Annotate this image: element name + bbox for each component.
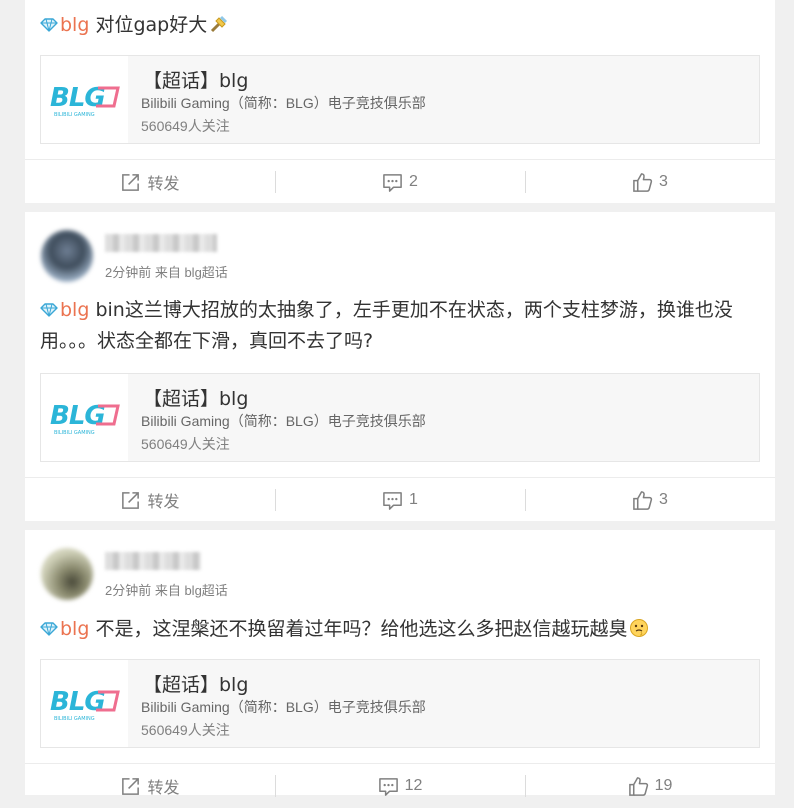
repost-button[interactable]: 转发 (25, 160, 275, 204)
avatar[interactable] (41, 548, 93, 600)
topic-card[interactable]: BLG BILIBILI GAMING 【超话】blg Bilibili Gam… (40, 373, 760, 462)
diamond-icon (40, 18, 58, 32)
like-icon (628, 776, 649, 797)
logo-text: BLG (50, 83, 105, 113)
topic-desc: Bilibili Gaming（简称：BLG）电子竞技俱乐部 (141, 413, 426, 429)
topic-title: 【超话】blg (143, 674, 249, 696)
action-bar: 转发 12 19 (25, 763, 775, 808)
topic-link[interactable]: blg (40, 618, 89, 640)
like-icon (632, 172, 653, 193)
logo-subtext: BILIBILI GAMING (54, 112, 95, 118)
topic-desc: Bilibili Gaming（简称：BLG）电子竞技俱乐部 (141, 699, 426, 715)
post-text: blg 不是，这涅槃还不换留着过年吗？给他选这么多把赵信越玩越臭 (25, 614, 664, 645)
comment-icon (382, 490, 403, 511)
topic-link[interactable]: blg (40, 299, 89, 321)
post-text: blg 对位gap好大 (25, 10, 244, 41)
comment-icon (382, 172, 403, 193)
emoji-icon (211, 15, 228, 33)
blg-logo: BLG BILIBILI GAMING (41, 374, 128, 461)
blg-logo: BLG BILIBILI GAMING (41, 660, 128, 747)
post-card: 2分钟前 来自 blg超话 blg bin这兰博大招放的太抽象了，左手更加不在状… (25, 212, 775, 521)
topic-title: 【超话】blg (143, 388, 249, 410)
post-meta: 2分钟前 来自 blg超话 (105, 583, 228, 598)
action-bar: 转发 2 3 (25, 159, 775, 204)
diamond-icon (40, 303, 58, 317)
author-row: 2分钟前 来自 blg超话 (25, 530, 775, 610)
topic-desc: Bilibili Gaming（简称：BLG）电子竞技俱乐部 (141, 95, 426, 111)
comment-icon (378, 776, 399, 797)
comment-button[interactable]: 1 (275, 478, 525, 522)
avatar[interactable] (41, 230, 93, 282)
action-bar: 转发 1 3 (25, 477, 775, 522)
author-row: 2分钟前 来自 blg超话 (25, 212, 775, 292)
username[interactable] (105, 234, 217, 252)
topic-card[interactable]: BLG BILIBILI GAMING 【超话】blg Bilibili Gam… (40, 659, 760, 748)
repost-icon (120, 776, 141, 797)
post-card: blg 对位gap好大 BLG BILIBILI GAMING 【超话】blg … (25, 0, 775, 203)
like-icon (632, 490, 653, 511)
logo-text: BLG (50, 687, 105, 717)
topic-title: 【超话】blg (143, 70, 249, 92)
emoji-icon (630, 619, 649, 637)
like-button[interactable]: 3 (525, 160, 775, 204)
post-card: 2分钟前 来自 blg超话 blg 不是，这涅槃还不换留着过年吗？给他选这么多把… (25, 530, 775, 797)
repost-icon (120, 172, 141, 193)
logo-subtext: BILIBILI GAMING (54, 430, 95, 436)
topic-card[interactable]: BLG BILIBILI GAMING 【超话】blg Bilibili Gam… (40, 55, 760, 144)
repost-button[interactable]: 转发 (25, 764, 275, 808)
logo-text: BLG (50, 401, 105, 431)
repost-icon (120, 490, 141, 511)
topic-link[interactable]: blg (40, 14, 89, 36)
like-button[interactable]: 3 (525, 478, 775, 522)
repost-button[interactable]: 转发 (25, 478, 275, 522)
post-text: blg bin这兰博大招放的太抽象了，左手更加不在状态，两个支柱梦游，换谁也没用… (40, 299, 733, 352)
logo-subtext: BILIBILI GAMING (54, 716, 95, 722)
comment-button[interactable]: 12 (275, 764, 525, 808)
comment-button[interactable]: 2 (275, 160, 525, 204)
like-button[interactable]: 19 (525, 764, 775, 808)
post-meta: 2分钟前 来自 blg超话 (105, 265, 228, 280)
topic-followers: 560649人关注 (141, 722, 230, 738)
username[interactable] (105, 552, 201, 570)
topic-followers: 560649人关注 (141, 436, 230, 452)
topic-followers: 560649人关注 (141, 118, 230, 134)
blg-logo: BLG BILIBILI GAMING (41, 56, 128, 143)
diamond-icon (40, 622, 58, 636)
